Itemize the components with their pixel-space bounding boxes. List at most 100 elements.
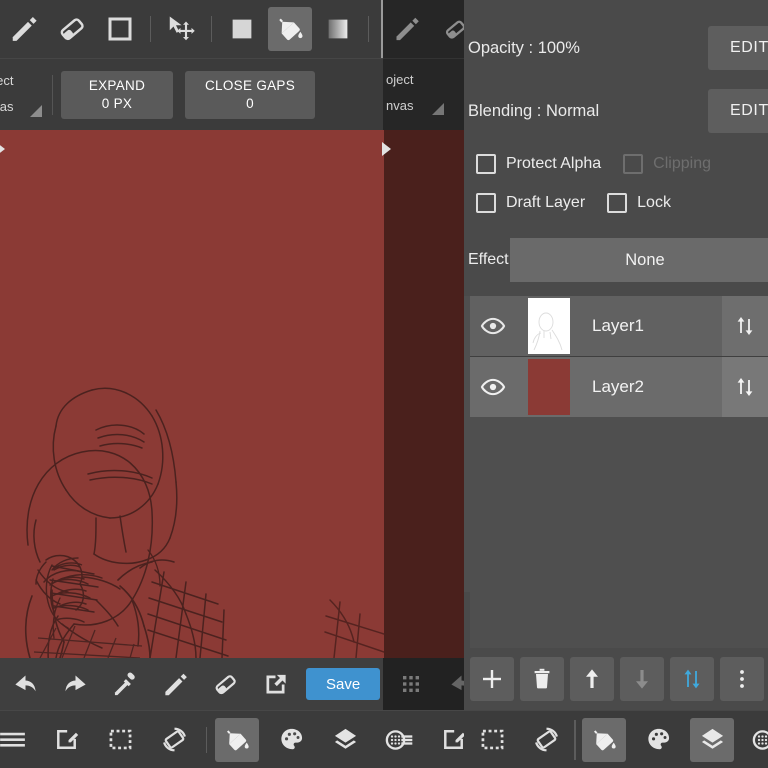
filter-blur-icon [385,726,413,754]
table-row[interactable]: Layer1 [470,296,768,356]
redo-button[interactable] [53,662,97,706]
app-root: oject nvas EXPAND 0 PX CLOSE GAPS 0 [0,0,768,768]
rotate-nav-right[interactable] [524,718,568,762]
layers-stack-icon [699,726,726,753]
blending-label: Blending : Normal [468,101,600,120]
draft-layer-checkbox[interactable]: Draft Layer [476,193,585,213]
canvas-dim-overlay [324,130,464,658]
filter-nav[interactable] [377,718,421,762]
palette-nav[interactable] [269,718,313,762]
drawing-canvas[interactable] [0,130,464,658]
layer-more-button[interactable] [720,657,764,701]
blending-row: Blending : Normal EDIT [464,89,768,133]
layers-nav[interactable] [323,718,367,762]
rotate-nav[interactable] [152,718,196,762]
add-layer-button[interactable] [470,657,514,701]
shape-tool[interactable] [98,7,142,51]
ghost-pencil-tool[interactable] [385,7,429,51]
ghost-eraser-tool[interactable] [433,7,464,51]
menu-nav[interactable] [0,718,34,762]
selection-nav[interactable] [98,718,142,762]
brush-button[interactable] [153,662,197,706]
eraser-button[interactable] [203,662,247,706]
edit-nav[interactable] [44,718,88,762]
palette-nav-right[interactable] [636,718,680,762]
opacity-edit-button[interactable]: EDIT [708,26,768,70]
expand-value: 0 PX [101,96,133,111]
gradient-tool[interactable] [316,7,360,51]
pencil-icon [9,14,39,44]
canvas-handle-right[interactable] [380,140,396,156]
layer-reorder-handle[interactable] [722,357,768,417]
bucket-fill-tool[interactable] [268,7,312,51]
eyedropper-button[interactable] [103,662,147,706]
ghost-undo-button[interactable] [439,662,464,706]
project-canvas-label[interactable]: oject nvas [0,59,46,131]
plus-icon [480,667,504,691]
canvas-app-pane: oject nvas EXPAND 0 PX CLOSE GAPS 0 [0,0,464,768]
toolbar-divider [211,16,212,42]
layers-stack-icon [332,726,359,753]
paint-bucket-icon [275,14,305,44]
protect-alpha-checkbox[interactable]: Protect Alpha [476,154,601,174]
layer-reorder-handle[interactable] [722,296,768,356]
dotted-square-icon [107,726,134,753]
eye-visible-icon [480,313,506,339]
checkbox-box-icon [623,154,644,174]
save-button[interactable]: Save [306,668,381,700]
close-gaps-label: CLOSE GAPS [205,78,296,93]
delete-layer-button[interactable] [520,657,564,701]
layers-nav-right[interactable] [690,717,734,762]
layer-thumbnail [528,298,570,354]
nav-divider [574,719,576,760]
move-cursor-icon [166,14,196,44]
move-layer-up-button[interactable] [570,657,614,701]
effect-select-button[interactable]: None [510,238,768,282]
paint-bucket-icon [223,726,251,754]
close-gaps-button[interactable]: CLOSE GAPS 0 [185,70,316,119]
square-outline-icon [105,14,135,44]
dotted-square-icon [479,726,506,753]
hamburger-menu-icon [0,726,26,753]
canvas-action-bar: Save [0,658,464,710]
move-layer-down-button [620,657,664,701]
grid-menu-button[interactable] [389,662,433,706]
checkbox-box-icon [476,193,496,213]
undo-arrow-icon [12,671,39,698]
layer-list: Layer1 Layer2 [464,296,768,768]
filter-nav-right[interactable] [744,718,768,762]
fill-solid-tool[interactable] [220,7,264,51]
text-nav[interactable] [431,718,464,762]
table-row[interactable]: Layer2 [470,357,768,417]
draft-lock-row: Draft Layer Lock [464,187,768,219]
rotate-square-icon [161,726,188,753]
layer-visibility-toggle[interactable] [470,296,516,356]
opacity-label: Opacity : 100% [468,38,580,57]
palette-icon [278,726,305,753]
dot-grid-icon [399,672,423,696]
external-link-icon [262,671,289,698]
export-button[interactable] [253,662,297,706]
checkbox-box-icon [476,154,496,174]
lock-checkbox[interactable]: Lock [607,193,671,213]
save-label: Save [326,675,361,693]
bucket-nav-right[interactable] [582,717,626,762]
layer-name: Layer1 [592,316,644,335]
draft-layer-label: Draft Layer [506,194,586,211]
toolbar-divider [368,16,369,42]
transform-tool[interactable] [159,7,203,51]
swap-layers-button[interactable] [670,657,714,701]
protect-clipping-row: Protect Alpha Clipping [464,148,768,180]
selection-nav-right[interactable] [470,718,514,762]
paint-bucket-icon [590,726,618,754]
bottom-nav-bar-right [464,710,768,768]
expand-button[interactable]: EXPAND 0 PX [61,70,173,119]
blending-edit-button[interactable]: EDIT [708,89,768,133]
eraser-tool[interactable] [50,7,94,51]
ghost-corner-triangle-icon [432,103,444,115]
layer-visibility-toggle[interactable] [470,357,516,417]
ghost-project-label-line1: oject [386,72,414,87]
bucket-nav[interactable] [215,717,259,762]
undo-button[interactable] [3,662,47,706]
pen-tool[interactable] [2,7,46,51]
